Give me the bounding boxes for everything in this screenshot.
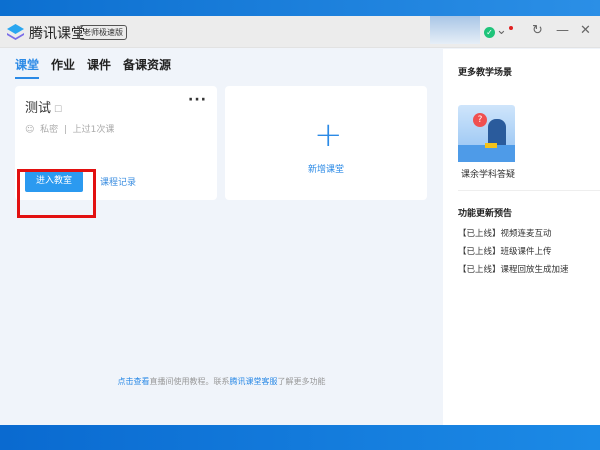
- footer-text-2: 了解更多功能: [277, 377, 326, 386]
- more-options-icon[interactable]: ···: [188, 92, 207, 108]
- tab-homework[interactable]: 作业: [51, 56, 75, 79]
- footer-text: 直播间使用教程。联系: [149, 377, 230, 386]
- update-item: 【已上线】视频连麦互动: [458, 229, 552, 239]
- main-tabs: 课堂 作业 课件 备课资源: [15, 56, 171, 79]
- refresh-icon[interactable]: ↻: [532, 23, 543, 38]
- course-record-link[interactable]: 课程记录: [100, 175, 136, 188]
- plus-icon: +: [314, 115, 343, 155]
- class-meta: ☺ 私密 | 上过1次课: [25, 125, 115, 135]
- tencent-classroom-logo-icon: [7, 24, 24, 40]
- taskbar: [0, 425, 600, 450]
- private-icon: ☺: [25, 125, 35, 135]
- footer-help: 点击查看直播间使用教程。联系腾讯课堂客服了解更多功能: [0, 376, 443, 387]
- paper-illustration: [485, 143, 497, 148]
- class-title: 测试: [25, 101, 52, 116]
- chevron-down-icon[interactable]: ⌄: [496, 23, 507, 38]
- privacy-label: 私密: [40, 125, 59, 135]
- updates-title: 功能更新预告: [458, 209, 513, 219]
- qa-scene-thumbnail[interactable]: ?: [458, 105, 515, 162]
- new-class-card[interactable]: + 新增课堂: [225, 86, 427, 200]
- edition-badge: 老师极速版: [79, 25, 127, 40]
- teacher-illustration: [488, 119, 506, 145]
- divider: [458, 190, 600, 191]
- history-label: 上过1次课: [72, 125, 115, 135]
- close-icon[interactable]: ✕: [580, 23, 591, 38]
- new-class-label: 新增课堂: [307, 165, 344, 175]
- tab-courseware[interactable]: 课件: [87, 56, 111, 79]
- app-window: 腾讯课堂 老师极速版 ✓ ⌄ ↻ — ✕ 课堂 作业 课件 备课资源 测试 ☐ ·…: [0, 16, 600, 425]
- question-icon: ?: [473, 113, 487, 127]
- title-bar: 腾讯课堂 老师极速版 ✓ ⌄ ↻ — ✕: [0, 16, 600, 48]
- scenes-title: 更多教学场景: [458, 68, 513, 78]
- notification-dot: [509, 26, 513, 30]
- support-link[interactable]: 腾讯课堂客服: [230, 377, 278, 386]
- qa-scene-label[interactable]: 课余学科答疑: [461, 167, 515, 180]
- highlight-box: [17, 169, 96, 218]
- desktop-background: [0, 0, 600, 16]
- edit-icon[interactable]: ☐: [54, 105, 62, 115]
- tab-classroom[interactable]: 课堂: [15, 56, 40, 79]
- verified-shield-icon: ✓: [484, 27, 495, 38]
- right-panel: 更多教学场景 ? 课余学科答疑 功能更新预告 【已上线】视频连麦互动 【已上线】…: [443, 49, 600, 425]
- minimize-icon[interactable]: —: [556, 23, 569, 38]
- tab-resources[interactable]: 备课资源: [123, 56, 171, 79]
- update-item: 【已上线】班级课件上传: [458, 247, 552, 257]
- user-avatar-blurred[interactable]: [430, 16, 480, 44]
- update-item: 【已上线】课程回放生成加速: [458, 265, 569, 275]
- view-tutorial-link[interactable]: 点击查看: [118, 377, 150, 386]
- app-name: 腾讯课堂: [29, 26, 85, 42]
